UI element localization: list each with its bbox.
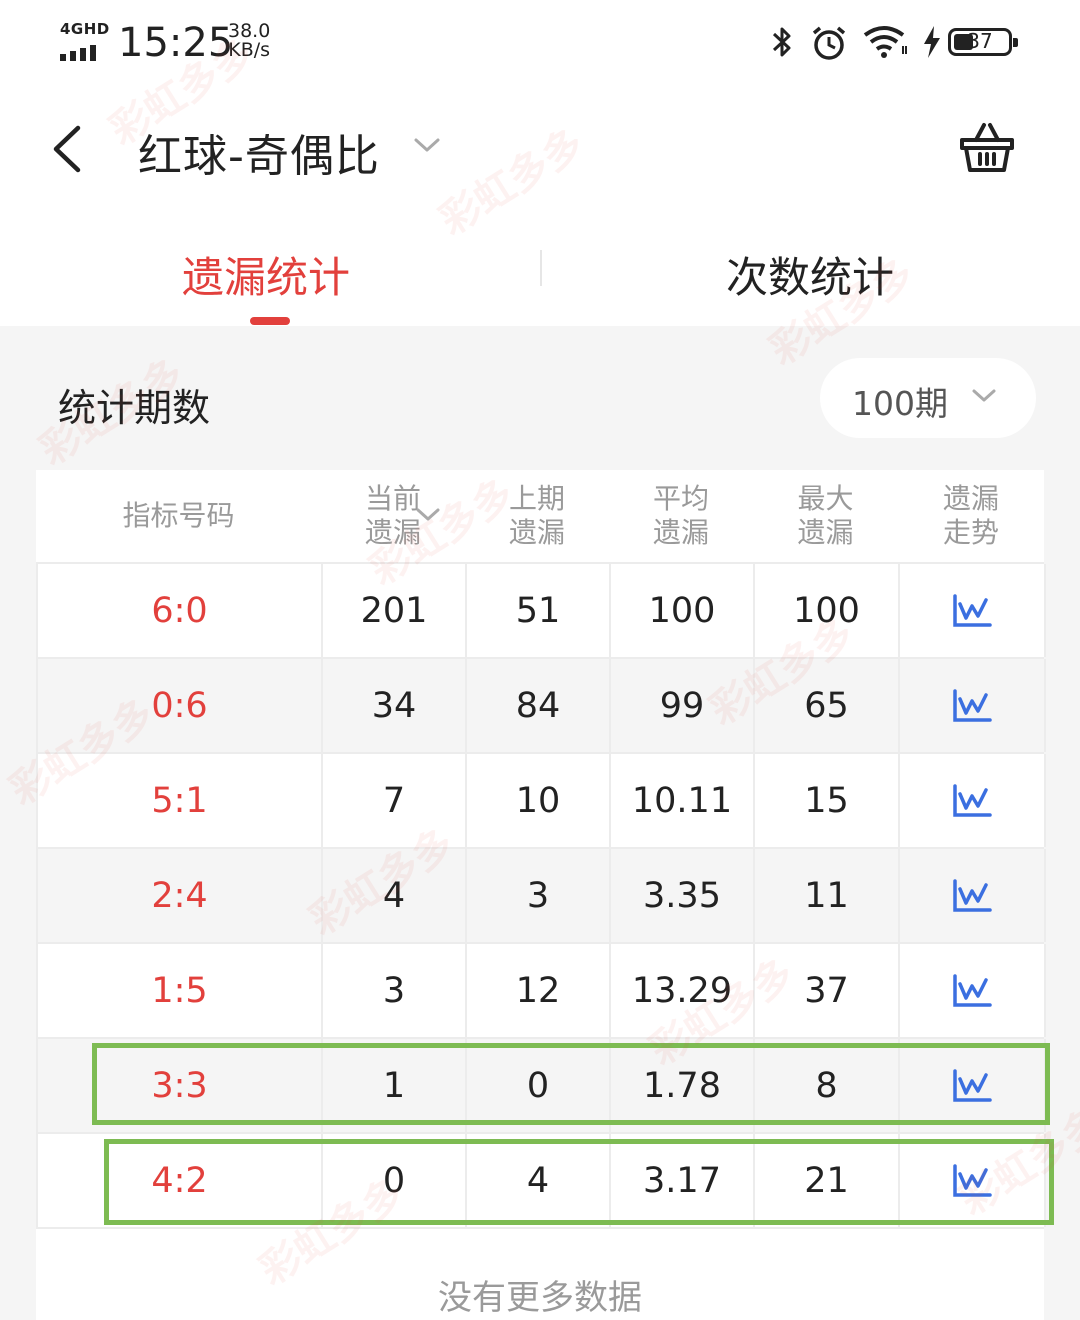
row-last-missing: 10 xyxy=(467,754,611,847)
row-max-missing: 11 xyxy=(755,849,900,942)
table-row[interactable]: 2:4 4 3 3.35 11 xyxy=(38,849,1046,944)
no-more-data-text: 没有更多数据 xyxy=(438,1278,642,1318)
row-current-missing: 4 xyxy=(323,849,467,942)
row-last-missing: 51 xyxy=(467,564,611,657)
row-code: 4:2 xyxy=(38,1134,323,1227)
row-code: 1:5 xyxy=(38,944,323,1037)
table-body: 6:0 201 51 100 100 0:6 34 84 99 65 5:1 7… xyxy=(36,562,1046,1229)
row-max-missing: 65 xyxy=(755,659,900,752)
row-last-missing: 4 xyxy=(467,1134,611,1227)
trend-chart-icon[interactable] xyxy=(952,878,992,913)
speed-unit: KB/s xyxy=(228,39,271,61)
tab-divider xyxy=(540,250,542,286)
basket-icon[interactable] xyxy=(958,120,1016,176)
row-avg-missing: 1.78 xyxy=(611,1039,755,1132)
row-code: 5:1 xyxy=(38,754,323,847)
tab-count-stats[interactable]: 次数统计 xyxy=(726,244,894,305)
battery-icon: 37 xyxy=(948,28,1018,56)
row-last-missing: 3 xyxy=(467,849,611,942)
row-max-missing: 37 xyxy=(755,944,900,1037)
wifi-icon xyxy=(863,26,907,58)
trend-chart-button[interactable] xyxy=(900,944,1046,1037)
trend-chart-button[interactable] xyxy=(900,754,1046,847)
period-label: 统计期数 xyxy=(58,386,211,430)
row-avg-missing: 10.11 xyxy=(611,754,755,847)
row-max-missing: 8 xyxy=(755,1039,900,1132)
row-current-missing: 3 xyxy=(323,944,467,1037)
row-current-missing: 7 xyxy=(323,754,467,847)
table-row[interactable]: 6:0 201 51 100 100 xyxy=(38,564,1046,659)
clock: 15:25 xyxy=(118,20,234,66)
header-current-missing[interactable]: 当前 遗漏 xyxy=(321,470,465,562)
row-code: 6:0 xyxy=(38,564,323,657)
trend-chart-button[interactable] xyxy=(900,849,1046,942)
table-row[interactable]: 1:5 3 12 13.29 37 xyxy=(38,944,1046,1039)
header-trend: 遗漏 走势 xyxy=(942,482,999,549)
charging-icon xyxy=(924,26,940,58)
row-current-missing: 201 xyxy=(323,564,467,657)
row-max-missing: 100 xyxy=(755,564,900,657)
cellular-signal: 4GHD xyxy=(60,20,110,61)
trend-chart-button[interactable] xyxy=(900,564,1046,657)
row-max-missing: 15 xyxy=(755,754,900,847)
trend-chart-button[interactable] xyxy=(900,659,1046,752)
table-row[interactable]: 4:2 0 4 3.17 21 xyxy=(38,1134,1046,1229)
row-avg-missing: 3.35 xyxy=(611,849,755,942)
signal-bars-icon xyxy=(60,42,100,61)
watermark: 彩虹多多 xyxy=(432,120,593,245)
trend-chart-button[interactable] xyxy=(900,1134,1046,1227)
chevron-down-icon[interactable] xyxy=(412,135,442,155)
trend-chart-icon[interactable] xyxy=(952,1068,992,1103)
row-current-missing: 34 xyxy=(323,659,467,752)
row-avg-missing: 99 xyxy=(611,659,755,752)
battery-percent: 37 xyxy=(967,29,993,53)
chevron-down-icon xyxy=(972,389,996,402)
trend-chart-icon[interactable] xyxy=(952,688,992,723)
trend-chart-button[interactable] xyxy=(900,1039,1046,1132)
row-code: 0:6 xyxy=(38,659,323,752)
row-code: 3:3 xyxy=(38,1039,323,1132)
row-current-missing: 0 xyxy=(323,1134,467,1227)
active-tab-indicator xyxy=(250,317,290,325)
trend-chart-icon[interactable] xyxy=(952,593,992,628)
alarm-icon xyxy=(812,26,846,60)
header-max-missing: 最大 遗漏 xyxy=(797,482,854,549)
table-row[interactable]: 5:1 7 10 10.11 15 xyxy=(38,754,1046,849)
row-last-missing: 0 xyxy=(467,1039,611,1132)
tab-missing-stats[interactable]: 遗漏统计 xyxy=(182,244,350,305)
row-avg-missing: 13.29 xyxy=(611,944,755,1037)
row-last-missing: 12 xyxy=(467,944,611,1037)
missing-stats-table: 指标号码 当前 遗漏 上期 遗漏 平均 遗漏 最大 遗漏 遗漏 走势 6:0 201 51… xyxy=(36,470,1046,1320)
bluetooth-icon xyxy=(772,27,791,57)
trend-chart-icon[interactable] xyxy=(952,1163,992,1198)
sort-chevron-icon[interactable] xyxy=(414,506,442,524)
header-last-missing: 上期 遗漏 xyxy=(508,482,565,549)
trend-chart-icon[interactable] xyxy=(952,973,992,1008)
chevron-left-icon[interactable] xyxy=(48,124,88,174)
row-code: 2:4 xyxy=(38,849,323,942)
page-title[interactable]: 红球-奇偶比 xyxy=(138,120,380,184)
header-code: 指标号码 xyxy=(122,499,235,532)
row-max-missing: 21 xyxy=(755,1134,900,1227)
network-type: 4GHD xyxy=(60,20,110,38)
network-speed: 38.0 KB/s xyxy=(228,22,270,60)
row-current-missing: 1 xyxy=(323,1039,467,1132)
table-row[interactable]: 0:6 34 84 99 65 xyxy=(38,659,1046,754)
row-avg-missing: 3.17 xyxy=(611,1134,755,1227)
row-avg-missing: 100 xyxy=(611,564,755,657)
row-last-missing: 84 xyxy=(467,659,611,752)
period-value: 100期 xyxy=(852,384,948,423)
status-bar: 4GHD 15:25 38.0 KB/s 37 xyxy=(0,0,1080,90)
header-avg-missing: 平均 遗漏 xyxy=(652,482,709,549)
period-dropdown[interactable]: 100期 xyxy=(820,358,1036,438)
trend-chart-icon[interactable] xyxy=(952,783,992,818)
table-row[interactable]: 3:3 1 0 1.78 8 xyxy=(38,1039,1046,1134)
